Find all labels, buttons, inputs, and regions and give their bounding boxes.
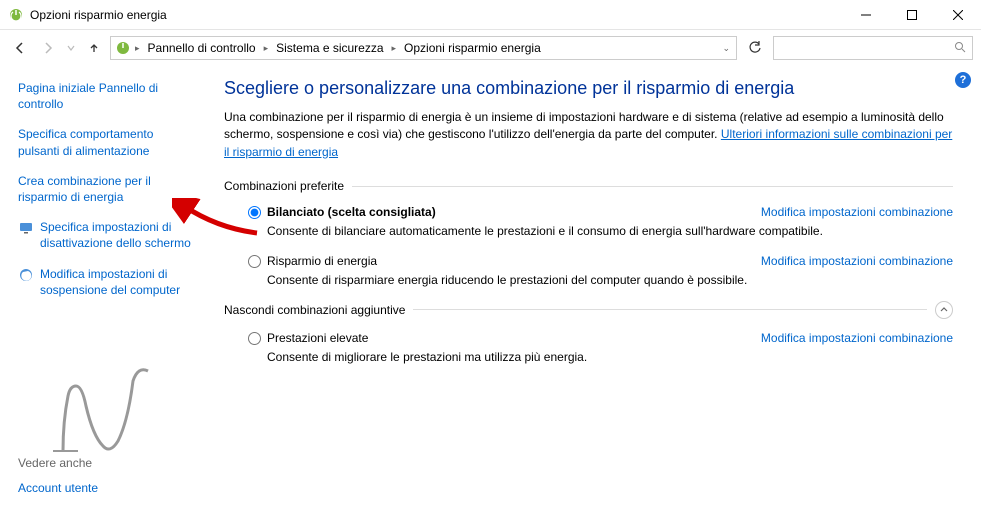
preferred-plans-label: Combinazioni preferite xyxy=(224,179,344,193)
collapse-toggle-icon[interactable] xyxy=(935,301,953,319)
sidebar-home-link[interactable]: Pagina iniziale Pannello di controllo xyxy=(18,80,198,112)
plan-high-perf-modify-link[interactable]: Modifica impostazioni combinazione xyxy=(761,331,953,345)
power-options-icon xyxy=(115,40,131,56)
main-panel: ? Scegliere o personalizzare una combina… xyxy=(214,66,981,510)
additional-plans-label: Nascondi combinazioni aggiuntive xyxy=(224,303,405,317)
refresh-button[interactable] xyxy=(741,36,769,60)
power-options-icon xyxy=(8,7,24,23)
maximize-button[interactable] xyxy=(889,0,935,30)
display-off-icon xyxy=(18,220,34,236)
additional-plans-header[interactable]: Nascondi combinazioni aggiuntive xyxy=(224,301,953,319)
chevron-down-icon[interactable]: ⌄ xyxy=(720,43,732,54)
plan-high-perf-desc: Consente di migliorare le prestazioni ma… xyxy=(267,349,953,366)
preferred-plans-header: Combinazioni preferite xyxy=(224,179,953,193)
sidebar-display-off-link[interactable]: Specifica impostazioni di disattivazione… xyxy=(40,219,198,251)
search-input[interactable] xyxy=(780,41,954,55)
sidebar-power-buttons-link[interactable]: Specifica comportamento pulsanti di alim… xyxy=(18,126,198,158)
plan-saver-radio[interactable] xyxy=(248,255,261,268)
close-button[interactable] xyxy=(935,0,981,30)
sidebar-create-plan-link[interactable]: Crea combinazione per il risparmio di en… xyxy=(18,173,198,205)
chevron-right-icon: ▸ xyxy=(390,43,399,54)
breadcrumb-leaf[interactable]: Opzioni risparmio energia xyxy=(400,41,545,55)
plan-balanced-desc: Consente di bilanciare automaticamente l… xyxy=(267,223,953,240)
titlebar: Opzioni risparmio energia xyxy=(0,0,981,30)
page-title: Scegliere o personalizzare una combinazi… xyxy=(224,78,953,99)
breadcrumb-root[interactable]: Pannello di controllo xyxy=(144,41,260,55)
minimize-button[interactable] xyxy=(843,0,889,30)
plan-balanced-name[interactable]: Bilanciato (scelta consigliata) xyxy=(267,205,741,219)
window-title: Opzioni risparmio energia xyxy=(30,8,843,22)
breadcrumb[interactable]: ▸ Pannello di controllo ▸ Sistema e sicu… xyxy=(110,36,737,60)
navbar: ▸ Pannello di controllo ▸ Sistema e sicu… xyxy=(0,30,981,66)
chevron-right-icon: ▸ xyxy=(262,43,271,54)
forward-button[interactable] xyxy=(36,36,60,60)
back-button[interactable] xyxy=(8,36,32,60)
up-button[interactable] xyxy=(82,36,106,60)
sleep-settings-icon xyxy=(18,267,34,283)
recent-dropdown[interactable] xyxy=(64,36,78,60)
plan-saver-desc: Consente di risparmiare energia riducend… xyxy=(267,272,953,289)
plan-high-perf-name[interactable]: Prestazioni elevate xyxy=(267,331,741,345)
breadcrumb-mid[interactable]: Sistema e sicurezza xyxy=(272,41,387,55)
chevron-right-icon: ▸ xyxy=(133,43,142,54)
plan-balanced: Bilanciato (scelta consigliata) Modifica… xyxy=(224,203,953,252)
sidebar-account-link[interactable]: Account utente xyxy=(18,480,198,496)
search-icon[interactable] xyxy=(954,41,966,56)
watermark-icon xyxy=(48,366,158,466)
window-controls xyxy=(843,0,981,29)
plan-saver: Risparmio di energia Modifica impostazio… xyxy=(224,252,953,301)
search-box[interactable] xyxy=(773,36,973,60)
plan-high-perf: Prestazioni elevate Modifica impostazion… xyxy=(224,329,953,378)
help-icon[interactable]: ? xyxy=(955,72,971,88)
plan-saver-name[interactable]: Risparmio di energia xyxy=(267,254,741,268)
content: Pagina iniziale Pannello di controllo Sp… xyxy=(0,66,981,510)
intro-text: Una combinazione per il risparmio di ene… xyxy=(224,109,953,161)
plan-balanced-modify-link[interactable]: Modifica impostazioni combinazione xyxy=(761,205,953,219)
plan-high-perf-radio[interactable] xyxy=(248,332,261,345)
sidebar-sleep-link[interactable]: Modifica impostazioni di sospensione del… xyxy=(40,266,198,298)
plan-balanced-radio[interactable] xyxy=(248,206,261,219)
plan-saver-modify-link[interactable]: Modifica impostazioni combinazione xyxy=(761,254,953,268)
